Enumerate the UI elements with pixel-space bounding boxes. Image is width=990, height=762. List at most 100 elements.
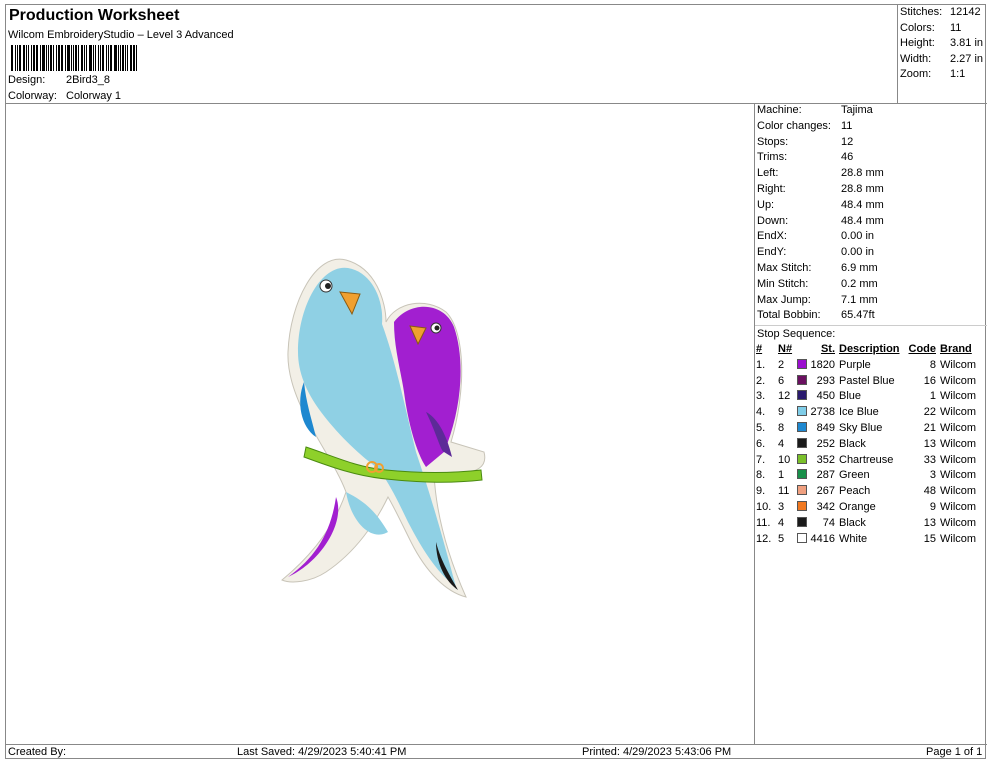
stitch-count: 342 — [816, 501, 835, 514]
stitch-count: 1820 — [810, 358, 835, 371]
summary-row: Height: 3.81 in — [898, 37, 987, 53]
barcode-bar — [11, 45, 13, 71]
stitch-count: 74 — [822, 516, 835, 529]
thread-code: 8 — [929, 358, 936, 371]
color-swatch — [795, 373, 809, 389]
needle-number: 2 — [778, 358, 785, 371]
color-swatch — [795, 531, 809, 547]
stop-number: 10. — [756, 501, 772, 514]
stitch-count: 352 — [816, 453, 835, 466]
stop-number: 11. — [756, 516, 771, 529]
color-swatch — [795, 357, 809, 373]
thread-code: 16 — [923, 374, 936, 387]
machine-info-value: Tajima — [841, 104, 873, 116]
machine-info-value: 28.8 mm — [841, 182, 884, 195]
software-name: Wilcom EmbroideryStudio – Level 3 Advanc… — [8, 29, 234, 41]
stitch-count: 252 — [816, 437, 835, 450]
color-swatch-box — [797, 422, 807, 433]
barcode-bar — [28, 45, 30, 71]
barcode-bar — [64, 45, 66, 71]
thread-code: 13 — [923, 437, 936, 450]
barcode-bar — [35, 45, 38, 71]
table-row: 7. 10 352 Chartreuse 33 Wilcom — [756, 452, 978, 468]
barcode-bar — [125, 45, 127, 71]
machine-info-row: EndX: 0.00 in — [755, 230, 987, 246]
thread-description: Blue — [839, 390, 862, 403]
thread-brand: Wilcom — [940, 358, 977, 371]
machine-info-row: Max Jump: 7.1 mm — [755, 294, 987, 310]
machine-info-label: Stops: — [757, 135, 789, 148]
machine-info-label: Down: — [757, 214, 789, 227]
stitch-count: 293 — [816, 374, 835, 387]
machine-info-value: 0.2 mm — [841, 277, 878, 290]
worksheet-footer: Created By: Last Saved: 4/29/2023 5:40:4… — [6, 744, 987, 759]
thread-description: Black — [839, 516, 866, 529]
thread-brand: Wilcom — [940, 485, 977, 498]
printed-date: Printed: 4/29/2023 5:43:06 PM — [582, 746, 732, 758]
thread-brand: Wilcom — [940, 453, 977, 466]
color-swatch — [795, 515, 809, 531]
barcode-bar — [130, 45, 132, 71]
summary-row: Colors: 11 — [898, 22, 987, 38]
machine-info-row: Color changes: 11 — [755, 120, 987, 136]
col-num: # — [756, 343, 763, 356]
summary-label: Height: — [900, 37, 935, 50]
summary-row: Stitches: 12142 — [898, 6, 987, 22]
barcode-bar — [132, 45, 135, 71]
col-needle: N# — [778, 343, 793, 356]
color-swatch — [795, 452, 809, 468]
worksheet-frame: Production Worksheet Wilcom EmbroiderySt… — [5, 4, 987, 759]
machine-info-row: Up: 48.4 mm — [755, 199, 987, 215]
needle-number: 12 — [778, 390, 791, 403]
color-swatch-box — [797, 406, 807, 417]
barcode-bar — [78, 45, 80, 71]
barcode-bar — [53, 45, 55, 71]
stop-number: 7. — [756, 453, 766, 466]
machine-info-value: 7.1 mm — [841, 293, 878, 306]
barcode-bar — [66, 45, 70, 71]
barcode-bar — [39, 45, 41, 71]
stop-number: 9. — [756, 485, 766, 498]
color-swatch-box — [797, 437, 807, 448]
thread-brand: Wilcom — [940, 532, 977, 545]
stop-number: 3. — [756, 390, 766, 403]
machine-info-label: Max Jump: — [757, 293, 811, 306]
machine-info-value: 0.00 in — [841, 246, 875, 259]
color-swatch — [795, 436, 809, 452]
thread-brand: Wilcom — [940, 469, 977, 482]
stitch-count: 4416 — [810, 532, 835, 545]
table-row: 4. 9 2738 Ice Blue 22 Wilcom — [756, 404, 978, 420]
barcode-bar — [33, 45, 35, 71]
thread-description: Black — [839, 437, 866, 450]
needle-number: 9 — [778, 406, 785, 419]
created-by: Created By: — [8, 746, 67, 758]
thread-brand: Wilcom — [940, 422, 977, 435]
colorway-row: Colorway: Colorway 1 — [8, 90, 121, 102]
stitch-count: 267 — [816, 485, 835, 498]
barcode-bar — [100, 45, 102, 71]
thread-code: 9 — [929, 501, 936, 514]
machine-info-value: 28.8 mm — [841, 167, 884, 180]
table-row: 11. 4 74 Black 13 Wilcom — [756, 515, 978, 531]
barcode-bar — [50, 45, 53, 71]
barcode-bar — [88, 45, 92, 71]
machine-info-value: 12 — [841, 135, 854, 148]
stop-number: 6. — [756, 437, 766, 450]
stop-number: 1. — [756, 358, 766, 371]
thread-brand: Wilcom — [940, 390, 977, 403]
summary-panel: Stitches: 12142 Colors: 11 Height: 3.81 in … — [897, 5, 987, 104]
color-swatch — [795, 404, 809, 420]
color-swatch-box — [797, 485, 807, 496]
summary-row: Width: 2.27 in — [898, 53, 987, 69]
worksheet-header: Production Worksheet Wilcom EmbroiderySt… — [6, 5, 897, 104]
machine-info-label: Trims: — [757, 151, 788, 164]
barcode-bar — [56, 45, 58, 71]
color-swatch — [795, 389, 809, 405]
needle-number: 4 — [778, 437, 785, 450]
summary-value: 3.81 in — [950, 37, 984, 50]
needle-number: 5 — [778, 532, 785, 545]
barcode-bar — [109, 45, 112, 71]
color-swatch — [795, 468, 809, 484]
stitch-count: 287 — [816, 469, 835, 482]
col-description: Description — [839, 343, 900, 356]
